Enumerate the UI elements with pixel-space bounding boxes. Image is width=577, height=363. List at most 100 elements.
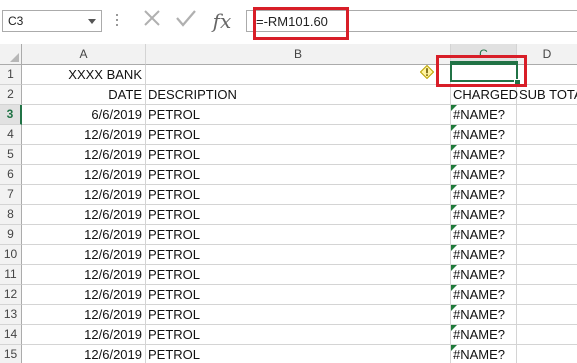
cell-c[interactable]: #NAME? [451,305,517,325]
row-header[interactable]: 2 [0,85,22,105]
cell-d[interactable] [517,245,577,265]
table-row: 5 12/6/2019 PETROL #NAME? [0,145,577,165]
cell-c-value: #NAME? [453,327,506,342]
cell-b[interactable] [146,65,451,85]
table-row: 12 12/6/2019 PETROL #NAME? [0,285,577,305]
cell-c[interactable]: #NAME? [451,325,517,345]
cell-c[interactable]: #NAME? [451,285,517,305]
cancel-icon[interactable] [138,8,166,36]
cell-c[interactable]: #NAME? [451,345,517,363]
cell-a-value: DATE [108,87,142,102]
row-header[interactable]: 10 [0,245,22,265]
cell-c[interactable]: #NAME? [451,125,517,145]
cell-b-value: PETROL [148,107,201,122]
cell-c[interactable] [451,65,517,85]
formula-input[interactable]: =-RM101.60 [246,10,577,32]
cell-a[interactable]: 12/6/2019 [22,285,146,305]
cell-d[interactable] [517,105,577,125]
column-header-a[interactable]: A [22,44,146,65]
cell-a[interactable]: 12/6/2019 [22,185,146,205]
cell-a[interactable]: 12/6/2019 [22,205,146,225]
cell-b[interactable]: PETROL [146,225,451,245]
error-warning-icon[interactable] [419,64,435,80]
row-header[interactable]: 6 [0,165,22,185]
cell-a[interactable]: 12/6/2019 [22,305,146,325]
cell-a[interactable]: XXXX BANK [22,65,146,85]
cell-d[interactable] [517,145,577,165]
cell-b[interactable]: PETROL [146,125,451,145]
cell-d[interactable]: SUB TOTAL [517,85,577,105]
cell-a[interactable]: 12/6/2019 [22,225,146,245]
cell-b[interactable]: PETROL [146,185,451,205]
cell-b[interactable]: PETROL [146,345,451,363]
cell-c[interactable]: #NAME? [451,245,517,265]
cell-d[interactable] [517,325,577,345]
cell-c[interactable]: #NAME? [451,205,517,225]
cell-d[interactable] [517,185,577,205]
cell-d[interactable] [517,165,577,185]
row-header[interactable]: 11 [0,265,22,285]
row-header[interactable]: 9 [0,225,22,245]
cell-b-value: PETROL [148,207,201,222]
cell-b[interactable]: PETROL [146,285,451,305]
column-header-d[interactable]: D [517,44,577,65]
cell-c-value: #NAME? [453,287,506,302]
cell-b[interactable]: PETROL [146,305,451,325]
cell-d[interactable] [517,345,577,363]
row-header[interactable]: 7 [0,185,22,205]
cell-b[interactable]: PETROL [146,245,451,265]
grip-dots-icon[interactable] [116,14,119,30]
column-header-b[interactable]: B [146,44,451,65]
row-header[interactable]: 15 [0,345,22,363]
column-header-c[interactable]: C [451,44,517,65]
cell-a[interactable]: 12/6/2019 [22,265,146,285]
cell-b[interactable]: PETROL [146,145,451,165]
row-header[interactable]: 1 [0,65,22,85]
cell-c[interactable]: CHARGED [451,85,518,105]
table-row: 6 12/6/2019 PETROL #NAME? [0,165,577,185]
enter-check-icon[interactable] [172,8,200,36]
row-header[interactable]: 14 [0,325,22,345]
cell-b[interactable]: PETROL [146,265,451,285]
chevron-down-icon[interactable] [88,19,96,24]
cell-b[interactable]: DESCRIPTION [146,85,451,105]
select-all-button[interactable] [0,44,22,65]
cell-a-value: 6/6/2019 [91,107,142,122]
cell-a[interactable]: 12/6/2019 [22,325,146,345]
cell-a-value: 12/6/2019 [84,127,142,142]
cell-a[interactable]: 6/6/2019 [22,105,146,125]
row-header[interactable]: 12 [0,285,22,305]
cell-a[interactable]: 12/6/2019 [22,345,146,363]
row-header[interactable]: 5 [0,145,22,165]
cell-c[interactable]: #NAME? [451,225,517,245]
cell-c[interactable]: #NAME? [451,145,517,165]
cell-c[interactable]: #NAME? [451,165,517,185]
cell-a[interactable]: 12/6/2019 [22,165,146,185]
cell-b[interactable]: PETROL [146,325,451,345]
cell-c[interactable]: #NAME? [451,185,517,205]
cell-b[interactable]: PETROL [146,105,451,125]
row-header[interactable]: 8 [0,205,22,225]
cell-d[interactable] [517,225,577,245]
cell-a[interactable]: DATE [22,85,146,105]
fill-handle[interactable] [514,79,521,86]
cell-c[interactable]: #NAME? [451,105,517,125]
cell-d[interactable] [517,305,577,325]
cell-a[interactable]: 12/6/2019 [22,145,146,165]
cell-b[interactable]: PETROL [146,165,451,185]
cell-d[interactable] [517,65,577,85]
cell-a[interactable]: 12/6/2019 [22,245,146,265]
cell-d[interactable] [517,125,577,145]
name-box[interactable]: C3 [2,10,102,32]
cell-c[interactable]: #NAME? [451,265,517,285]
row-header[interactable]: 3 [0,105,22,125]
row-header[interactable]: 4 [0,125,22,145]
cell-a[interactable]: 12/6/2019 [22,125,146,145]
cell-b[interactable]: PETROL [146,205,451,225]
cell-d[interactable] [517,285,577,305]
insert-function-icon[interactable]: fx [208,8,236,36]
cell-b-value: PETROL [148,147,201,162]
cell-d[interactable] [517,265,577,285]
row-header[interactable]: 13 [0,305,22,325]
cell-d[interactable] [517,205,577,225]
